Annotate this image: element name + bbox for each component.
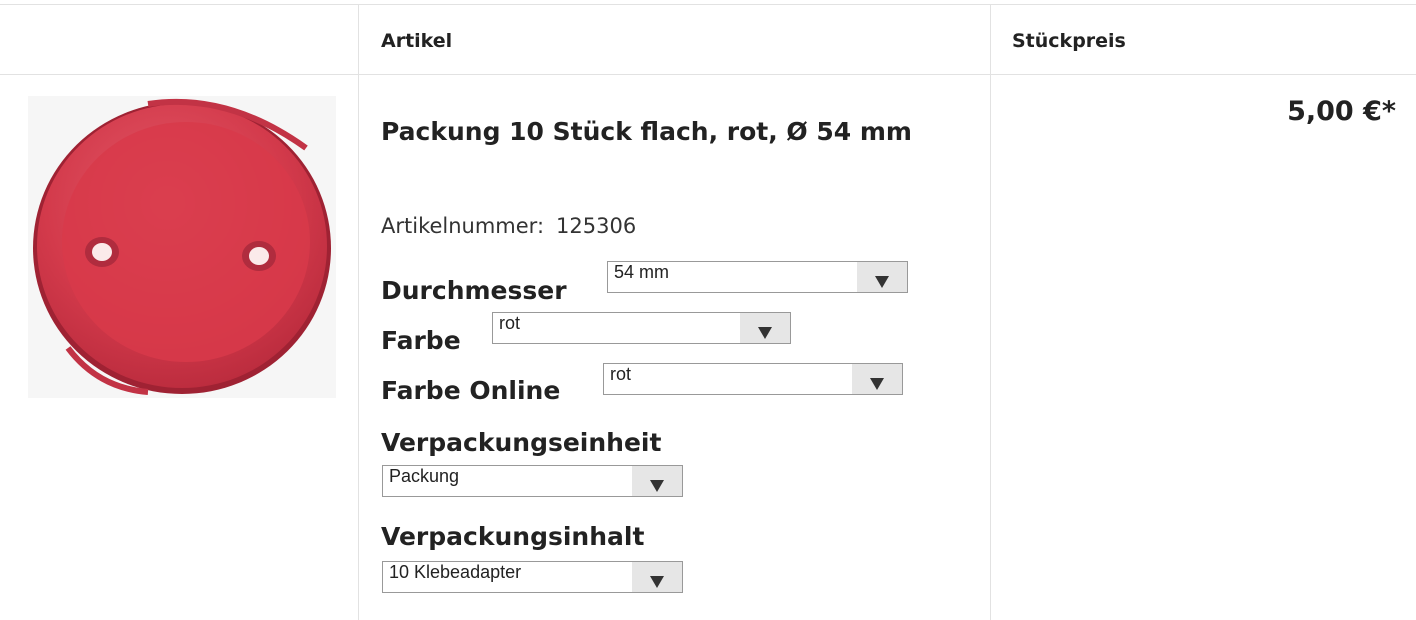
option-label-verpackungseinheit: Verpackungseinheit xyxy=(381,428,662,457)
dropdown-button[interactable] xyxy=(852,364,902,394)
farbe-select[interactable]: rot xyxy=(492,312,791,344)
verpackungseinheit-select[interactable]: Packung xyxy=(382,465,683,497)
durchmesser-select[interactable]: 54 mm xyxy=(607,261,908,293)
triangle-down-icon xyxy=(650,576,664,588)
product-title[interactable]: Packung 10 Stück flach, rot, Ø 54 mm xyxy=(381,104,941,159)
unit-price: 5,00 €* xyxy=(1287,96,1396,127)
article-number: Artikelnummer: 125306 xyxy=(381,214,636,238)
triangle-down-icon xyxy=(875,276,889,288)
verpackungseinheit-select-value: Packung xyxy=(389,466,460,486)
triangle-down-icon xyxy=(758,327,772,339)
option-label-durchmesser: Durchmesser xyxy=(381,276,567,305)
adhesive-adapter-icon xyxy=(33,98,331,395)
triangle-down-icon xyxy=(650,480,664,492)
verpackungsinhalt-select-value: 10 Klebeadapter xyxy=(389,562,522,582)
verpackungsinhalt-select[interactable]: 10 Klebeadapter xyxy=(382,561,683,593)
header-bottom-border xyxy=(0,74,1416,75)
option-label-farbe: Farbe xyxy=(381,326,461,355)
durchmesser-select-value: 54 mm xyxy=(614,262,670,282)
column-header-article: Artikel xyxy=(381,30,453,52)
farbe-online-select-value: rot xyxy=(610,364,632,384)
farbe-online-select[interactable]: rot xyxy=(603,363,903,395)
column-divider-1 xyxy=(358,4,359,620)
product-image[interactable] xyxy=(28,96,336,398)
header-top-border xyxy=(0,4,1416,5)
farbe-select-value: rot xyxy=(499,313,521,333)
dropdown-button[interactable] xyxy=(632,562,682,592)
option-label-verpackungsinhalt: Verpackungsinhalt xyxy=(381,522,645,551)
dropdown-button[interactable] xyxy=(632,466,682,496)
column-header-price: Stückpreis xyxy=(1012,30,1126,52)
dropdown-button[interactable] xyxy=(740,313,790,343)
dropdown-button[interactable] xyxy=(857,262,907,292)
article-number-value: 125306 xyxy=(556,214,637,238)
article-number-label: Artikelnummer: xyxy=(381,214,545,238)
column-divider-2 xyxy=(990,4,991,620)
option-label-farbe-online: Farbe Online xyxy=(381,376,561,405)
triangle-down-icon xyxy=(870,378,884,390)
